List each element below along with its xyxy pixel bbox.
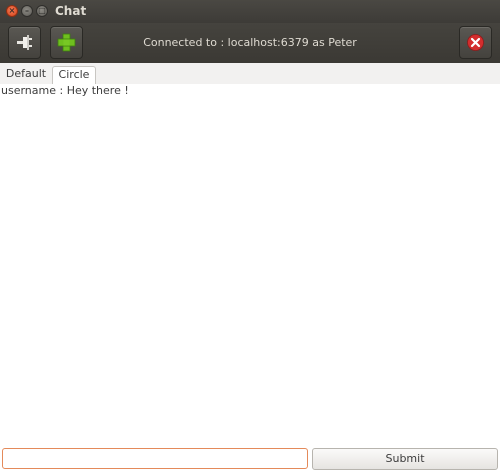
toolbar: Connected to : localhost:6379 as Peter (0, 23, 500, 64)
connection-status: Connected to : localhost:6379 as Peter (143, 36, 357, 49)
window-close-button[interactable]: × (6, 5, 18, 17)
message-item: username : Hey there ! (1, 84, 129, 97)
message-input[interactable] (2, 448, 308, 469)
plug-icon (17, 35, 32, 50)
tab-default[interactable]: Default (2, 66, 50, 84)
close-circle-icon (467, 34, 484, 51)
plus-icon (57, 33, 76, 52)
window-minimize-button[interactable]: – (21, 5, 33, 17)
submit-button[interactable]: Submit (312, 448, 498, 470)
minimize-icon: – (25, 6, 29, 15)
add-tab-button[interactable] (50, 26, 83, 59)
window-maximize-button[interactable]: □ (36, 5, 48, 17)
close-icon: × (8, 6, 16, 15)
tab-bar: Default Circle (0, 63, 500, 84)
maximize-icon: □ (38, 6, 46, 15)
disconnect-button[interactable] (8, 26, 41, 59)
tab-circle[interactable]: Circle (52, 66, 96, 84)
window-title: Chat (55, 4, 87, 18)
message-area: username : Hey there ! (0, 84, 500, 444)
title-bar: × – □ Chat (0, 0, 500, 23)
quit-button[interactable] (459, 26, 492, 59)
